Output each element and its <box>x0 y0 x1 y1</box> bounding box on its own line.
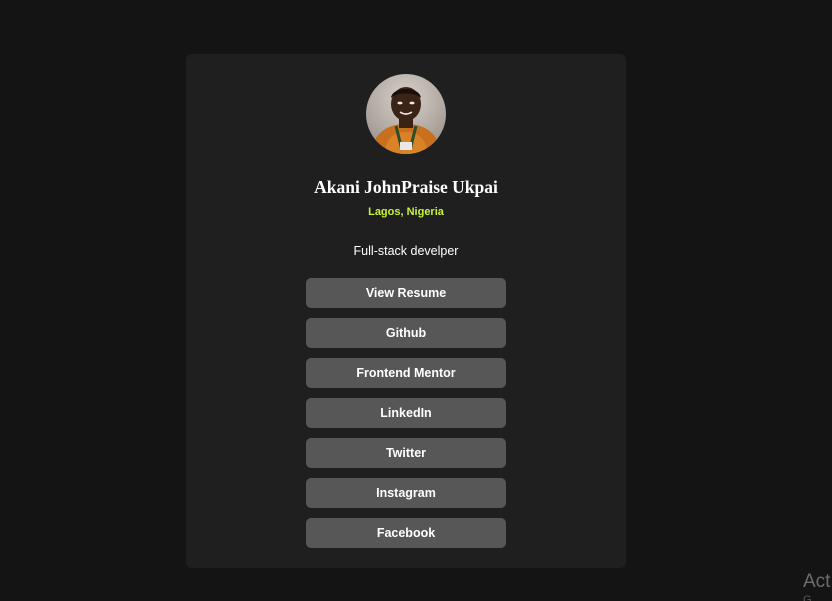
profile-card: Akani JohnPraise Ukpai Lagos, Nigeria Fu… <box>186 54 626 568</box>
instagram-button[interactable]: Instagram <box>306 478 506 508</box>
profile-location: Lagos, Nigeria <box>368 206 444 218</box>
activate-windows-watermark: Act <box>803 571 831 592</box>
linkedin-button[interactable]: LinkedIn <box>306 398 506 428</box>
link-item: Twitter <box>306 438 506 468</box>
avatar-photo-icon <box>366 74 446 154</box>
link-item: Instagram <box>306 478 506 508</box>
facebook-button[interactable]: Facebook <box>306 518 506 548</box>
link-item: Github <box>306 318 506 348</box>
link-item: Facebook <box>306 518 506 548</box>
view-resume-button[interactable]: View Resume <box>306 278 506 308</box>
frontend-mentor-button[interactable]: Frontend Mentor <box>306 358 506 388</box>
link-list: View Resume Github Frontend Mentor Linke… <box>306 278 506 558</box>
link-item: View Resume <box>306 278 506 308</box>
activate-windows-subtext: G <box>803 594 812 601</box>
link-item: Frontend Mentor <box>306 358 506 388</box>
profile-name: Akani JohnPraise Ukpai <box>314 177 498 197</box>
page: Akani JohnPraise Ukpai Lagos, Nigeria Fu… <box>0 0 832 601</box>
link-item: LinkedIn <box>306 398 506 428</box>
github-button[interactable]: Github <box>306 318 506 348</box>
profile-bio: Full-stack develper <box>353 244 459 258</box>
avatar <box>366 74 446 154</box>
twitter-button[interactable]: Twitter <box>306 438 506 468</box>
